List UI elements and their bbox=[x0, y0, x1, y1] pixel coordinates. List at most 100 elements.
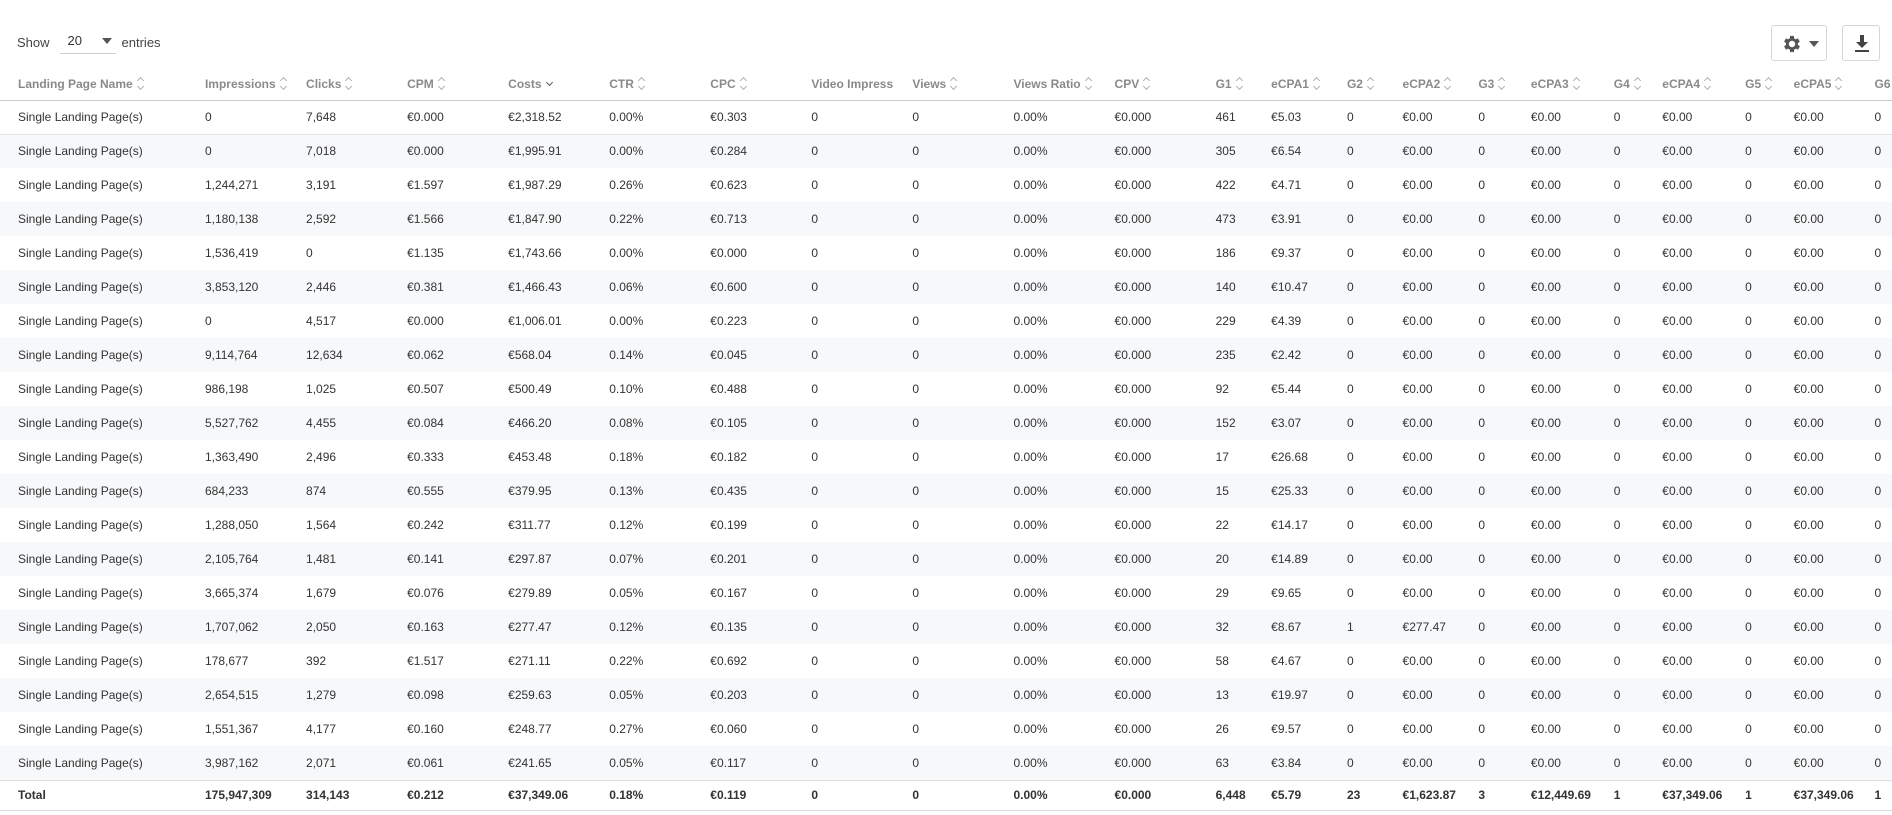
column-header-landing-page-name[interactable]: Landing Page Name bbox=[0, 68, 187, 101]
table-cell: Single Landing Page(s) bbox=[18, 518, 143, 532]
table-cell: 0 bbox=[811, 178, 819, 192]
table-cell: 0.00% bbox=[1013, 450, 1048, 464]
table-cell: €0.000 bbox=[1114, 722, 1152, 736]
table-cell: 0 bbox=[1328, 338, 1385, 372]
table-cell: 0 bbox=[1595, 746, 1645, 780]
table-cell: €0.00 bbox=[1512, 100, 1596, 135]
table-cell: 0 bbox=[1727, 270, 1776, 304]
table-cell: 0.12% bbox=[609, 518, 644, 532]
table-cell: 0 bbox=[811, 246, 819, 260]
column-settings-button[interactable] bbox=[1771, 25, 1827, 61]
table-cell: 12,634 bbox=[288, 338, 390, 372]
table-cell: €0.135 bbox=[692, 610, 794, 644]
column-header-impressions[interactable]: Impressions bbox=[186, 68, 289, 101]
column-header-ecpa3[interactable]: eCPA3 bbox=[1512, 68, 1596, 101]
table-cell: €0.00 bbox=[1512, 134, 1596, 168]
table-cell: €4.71 bbox=[1271, 178, 1302, 192]
table-cell: Single Landing Page(s) bbox=[18, 314, 143, 328]
table-cell: 0.00% bbox=[1013, 518, 1048, 532]
table-cell: 0 bbox=[1874, 382, 1882, 396]
table-cell: €0.00 bbox=[1644, 746, 1728, 780]
table-cell: 0 bbox=[912, 246, 920, 260]
table-cell: 0 bbox=[1460, 134, 1513, 168]
table-cell: 0.26% bbox=[609, 178, 644, 192]
table-cell: 3,987,162 bbox=[186, 746, 289, 780]
column-header-label: eCPA3 bbox=[1530, 76, 1569, 91]
table-cell: €0.000 bbox=[1096, 338, 1198, 372]
table-cell: €0.098 bbox=[389, 678, 491, 712]
table-cell: €0.00 bbox=[1402, 178, 1433, 192]
column-header-views[interactable]: Views bbox=[894, 68, 996, 101]
page-length-select[interactable]: 20 bbox=[59, 30, 116, 54]
table-cell: €0.00 bbox=[1644, 202, 1728, 236]
table-cell: €0.00 bbox=[1512, 542, 1596, 576]
column-header-ecpa5[interactable]: eCPA5 bbox=[1775, 68, 1857, 101]
column-header-costs[interactable]: Costs bbox=[490, 68, 592, 101]
column-header-ecpa4[interactable]: eCPA4 bbox=[1644, 68, 1728, 101]
table-cell: 0 bbox=[1346, 246, 1354, 260]
table-cell: €0.00 bbox=[1384, 542, 1461, 576]
totals-cell: €37,349.06 bbox=[1775, 779, 1857, 811]
table-cell: 29 bbox=[1215, 586, 1229, 600]
table-cell: 0.00% bbox=[609, 246, 644, 260]
table-cell: €1,847.90 bbox=[490, 202, 592, 236]
table-cell: 986,198 bbox=[204, 382, 249, 396]
column-header-ecpa1[interactable]: eCPA1 bbox=[1253, 68, 1329, 101]
table-cell: 1,244,271 bbox=[204, 178, 259, 192]
table-cell: €1.597 bbox=[407, 178, 444, 192]
sort-icon bbox=[1313, 78, 1321, 89]
table-cell: 32 bbox=[1197, 610, 1254, 644]
column-header-ecpa2[interactable]: eCPA2 bbox=[1384, 68, 1461, 101]
table-cell: €0.00 bbox=[1402, 518, 1433, 532]
column-header-cpv[interactable]: CPV bbox=[1096, 68, 1198, 101]
column-header-g1[interactable]: G1 bbox=[1197, 68, 1254, 101]
table-cell: €0.182 bbox=[710, 450, 747, 464]
table-cell: 0.00% bbox=[995, 542, 1097, 576]
column-header-g6[interactable]: G6 bbox=[1856, 68, 1892, 101]
table-cell: 0 bbox=[1727, 100, 1776, 135]
table-cell: 178,677 bbox=[204, 654, 249, 668]
table-body: Single Landing Page(s) 0 7,648 €0.000 €2,318… bbox=[0, 100, 1892, 780]
sort-icon bbox=[1704, 78, 1712, 89]
column-header-g4[interactable]: G4 bbox=[1595, 68, 1645, 101]
table-cell: €277.47 bbox=[490, 610, 592, 644]
column-header-g2[interactable]: G2 bbox=[1328, 68, 1385, 101]
column-header-cpc[interactable]: CPC bbox=[692, 68, 794, 101]
table-cell: €0.000 bbox=[1096, 270, 1198, 304]
table-cell: 0 bbox=[1745, 722, 1752, 736]
table-cell: 0 bbox=[1346, 518, 1354, 532]
column-header-cpm[interactable]: CPM bbox=[389, 68, 491, 101]
table-cell: Single Landing Page(s) bbox=[0, 270, 187, 304]
sort-icon bbox=[1236, 78, 1244, 89]
table-header: Landing Page Name Impressions Clicks CPM Cos… bbox=[0, 68, 1892, 101]
sort-icon bbox=[1573, 78, 1581, 89]
table-cell: 1,025 bbox=[306, 382, 337, 396]
column-header-video-impressions[interactable]: Video Impressions bbox=[793, 68, 895, 101]
table-cell: 0 bbox=[1595, 678, 1645, 712]
table-cell: 1,707,062 bbox=[186, 610, 289, 644]
table-cell: €0.000 bbox=[1096, 678, 1198, 712]
table-cell: 0 bbox=[1460, 338, 1513, 372]
table-cell: €0.00 bbox=[1662, 654, 1693, 668]
download-button[interactable] bbox=[1842, 25, 1880, 61]
column-header-ctr[interactable]: CTR bbox=[591, 68, 693, 101]
sort-icon bbox=[1085, 78, 1093, 89]
table-cell: 1,564 bbox=[306, 518, 337, 532]
table-cell: 0 bbox=[793, 746, 895, 780]
table-cell: 0.00% bbox=[1013, 178, 1048, 192]
column-header-label: G1 bbox=[1215, 76, 1232, 91]
table-cell: 0 bbox=[1595, 610, 1645, 644]
table-cell: 1,180,138 bbox=[186, 202, 289, 236]
column-header-views-ratio[interactable]: Views Ratio bbox=[995, 68, 1097, 101]
table-cell: €0.00 bbox=[1644, 474, 1728, 508]
column-header-g5[interactable]: G5 bbox=[1727, 68, 1776, 101]
table-cell: €297.87 bbox=[490, 542, 592, 576]
table-cell: 0 bbox=[811, 518, 819, 532]
column-header-g3[interactable]: G3 bbox=[1460, 68, 1513, 101]
table-cell: 0.00% bbox=[995, 746, 1097, 780]
table-cell: 0 bbox=[1874, 178, 1882, 192]
column-header-clicks[interactable]: Clicks bbox=[288, 68, 390, 101]
table-cell: 0.22% bbox=[591, 202, 693, 236]
table-cell: 0 bbox=[811, 586, 819, 600]
sort-icon bbox=[1444, 78, 1452, 89]
